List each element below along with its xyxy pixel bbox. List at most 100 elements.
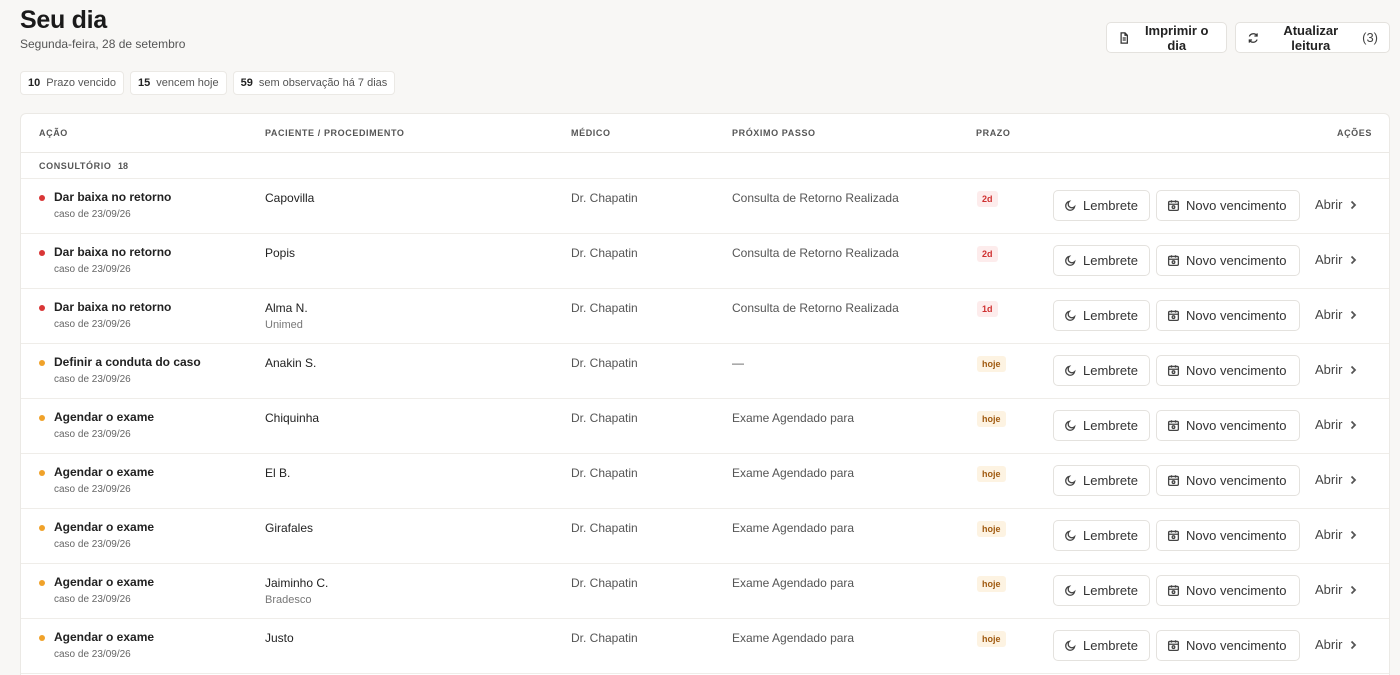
- print-day-label: Imprimir o dia: [1144, 22, 1209, 53]
- new-due-date-button[interactable]: Novo vencimento: [1156, 465, 1300, 496]
- stat-no-observation[interactable]: 59 sem observação há 7 dias: [232, 71, 396, 95]
- group-label: CONSULTÓRIO: [39, 161, 112, 171]
- reminder-button[interactable]: Lembrete: [1053, 245, 1150, 276]
- moon-icon: [1065, 255, 1076, 266]
- open-link[interactable]: Abrir: [1315, 307, 1358, 322]
- refresh-count: (3): [1362, 30, 1378, 45]
- new-due-date-button[interactable]: Novo vencimento: [1156, 630, 1300, 661]
- next-step: Consulta de Retorno Realizada: [732, 301, 899, 315]
- chevron-right-icon: [1351, 365, 1357, 374]
- table-row: Definir a conduta do caso caso de 23/09/…: [21, 344, 1389, 399]
- patient-insurance: Bradesco: [265, 594, 312, 606]
- table-body: Dar baixa no retorno caso de 23/09/26 Ca…: [21, 179, 1389, 674]
- table-row: Dar baixa no retorno caso de 23/09/26 Ca…: [21, 179, 1389, 234]
- action-title: Dar baixa no retorno: [54, 245, 172, 259]
- patient-name: Chiquinha: [265, 411, 320, 425]
- moon-icon: [1065, 475, 1076, 486]
- document-icon: [1120, 31, 1128, 44]
- reminder-button[interactable]: Lembrete: [1053, 630, 1150, 661]
- open-label: Abrir: [1315, 417, 1343, 432]
- stat-due-today-label: vencem hoje: [156, 77, 219, 89]
- action-title: Agendar o exame: [54, 630, 155, 644]
- next-step: Consulta de Retorno Realizada: [732, 191, 899, 205]
- action-title: Definir a conduta do caso: [54, 355, 201, 369]
- calendar-icon: [1167, 585, 1180, 597]
- open-label: Abrir: [1315, 252, 1343, 267]
- moon-icon: [1065, 585, 1076, 596]
- status-dot: [39, 250, 45, 256]
- next-step: Exame Agendado para: [732, 521, 855, 535]
- deadline-badge: hoje: [977, 631, 1006, 647]
- status-dot: [39, 195, 45, 201]
- status-dot: [39, 635, 45, 641]
- reminder-label: Lembrete: [1083, 308, 1138, 323]
- new-due-date-label: Novo vencimento: [1186, 638, 1287, 653]
- next-step: —: [732, 356, 744, 370]
- chevron-right-icon: [1351, 255, 1357, 264]
- stat-overdue[interactable]: 10 Prazo vencido: [20, 71, 124, 95]
- doctor-name: Dr. Chapatin: [571, 521, 638, 535]
- calendar-icon: [1167, 200, 1180, 212]
- new-due-date-button[interactable]: Novo vencimento: [1156, 410, 1300, 441]
- chevron-right-icon: [1351, 200, 1357, 209]
- moon-icon: [1065, 310, 1076, 321]
- patient-name: Girafales: [265, 521, 314, 535]
- doctor-name: Dr. Chapatin: [571, 301, 638, 315]
- open-label: Abrir: [1315, 362, 1343, 377]
- moon-icon: [1065, 200, 1076, 211]
- calendar-icon: [1167, 530, 1180, 542]
- reminder-button[interactable]: Lembrete: [1053, 575, 1150, 606]
- chevron-right-icon: [1351, 420, 1357, 429]
- open-link[interactable]: Abrir: [1315, 637, 1358, 652]
- reminder-button[interactable]: Lembrete: [1053, 520, 1150, 551]
- table-row: Dar baixa no retorno caso de 23/09/26 Al…: [21, 289, 1389, 344]
- page-title: Seu dia: [20, 6, 107, 34]
- doctor-name: Dr. Chapatin: [571, 466, 638, 480]
- open-link[interactable]: Abrir: [1315, 582, 1358, 597]
- reminder-button[interactable]: Lembrete: [1053, 410, 1150, 441]
- new-due-date-button[interactable]: Novo vencimento: [1156, 300, 1300, 331]
- chevron-right-icon: [1351, 530, 1357, 539]
- action-case-date: caso de 23/09/26: [54, 649, 131, 660]
- new-due-date-button[interactable]: Novo vencimento: [1156, 245, 1300, 276]
- new-due-date-button[interactable]: Novo vencimento: [1156, 355, 1300, 386]
- reminder-button[interactable]: Lembrete: [1053, 465, 1150, 496]
- action-case-date: caso de 23/09/26: [54, 374, 131, 385]
- new-due-date-button[interactable]: Novo vencimento: [1156, 575, 1300, 606]
- new-due-date-button[interactable]: Novo vencimento: [1156, 520, 1300, 551]
- open-link[interactable]: Abrir: [1315, 362, 1358, 377]
- reminder-button[interactable]: Lembrete: [1053, 300, 1150, 331]
- deadline-badge: hoje: [977, 466, 1006, 482]
- action-case-date: caso de 23/09/26: [54, 264, 131, 275]
- deadline-badge: 1d: [977, 301, 998, 317]
- reminder-label: Lembrete: [1083, 418, 1138, 433]
- reminder-button[interactable]: Lembrete: [1053, 355, 1150, 386]
- status-dot: [39, 525, 45, 531]
- status-dot: [39, 360, 45, 366]
- open-link[interactable]: Abrir: [1315, 527, 1358, 542]
- stat-due-today[interactable]: 15 vencem hoje: [129, 71, 227, 95]
- new-due-date-button[interactable]: Novo vencimento: [1156, 190, 1300, 221]
- new-due-date-label: Novo vencimento: [1186, 308, 1287, 323]
- group-count: 18: [118, 161, 129, 171]
- stats-bar: 10 Prazo vencido 15 vencem hoje 59 sem o…: [20, 71, 396, 95]
- open-link[interactable]: Abrir: [1315, 197, 1358, 212]
- open-link[interactable]: Abrir: [1315, 472, 1358, 487]
- reminder-label: Lembrete: [1083, 638, 1138, 653]
- patient-name: Capovilla: [265, 191, 315, 205]
- table-row: Agendar o exame caso de 23/09/26 Chiquin…: [21, 399, 1389, 454]
- open-link[interactable]: Abrir: [1315, 417, 1358, 432]
- doctor-name: Dr. Chapatin: [571, 411, 638, 425]
- patient-name: Popis: [265, 246, 296, 260]
- column-header-deadline: PRAZO: [976, 128, 1011, 138]
- table-row: Agendar o exame caso de 23/09/26 Justo D…: [21, 619, 1389, 674]
- print-day-button[interactable]: Imprimir o dia: [1106, 22, 1227, 53]
- refresh-reading-button[interactable]: Atualizar leitura (3): [1235, 22, 1390, 53]
- next-step: Exame Agendado para: [732, 576, 855, 590]
- moon-icon: [1065, 530, 1076, 541]
- reminder-button[interactable]: Lembrete: [1053, 190, 1150, 221]
- page-subtitle: Segunda-feira, 28 de setembro: [20, 37, 186, 51]
- deadline-badge: hoje: [977, 521, 1006, 537]
- open-link[interactable]: Abrir: [1315, 252, 1358, 267]
- deadline-badge: hoje: [977, 356, 1006, 372]
